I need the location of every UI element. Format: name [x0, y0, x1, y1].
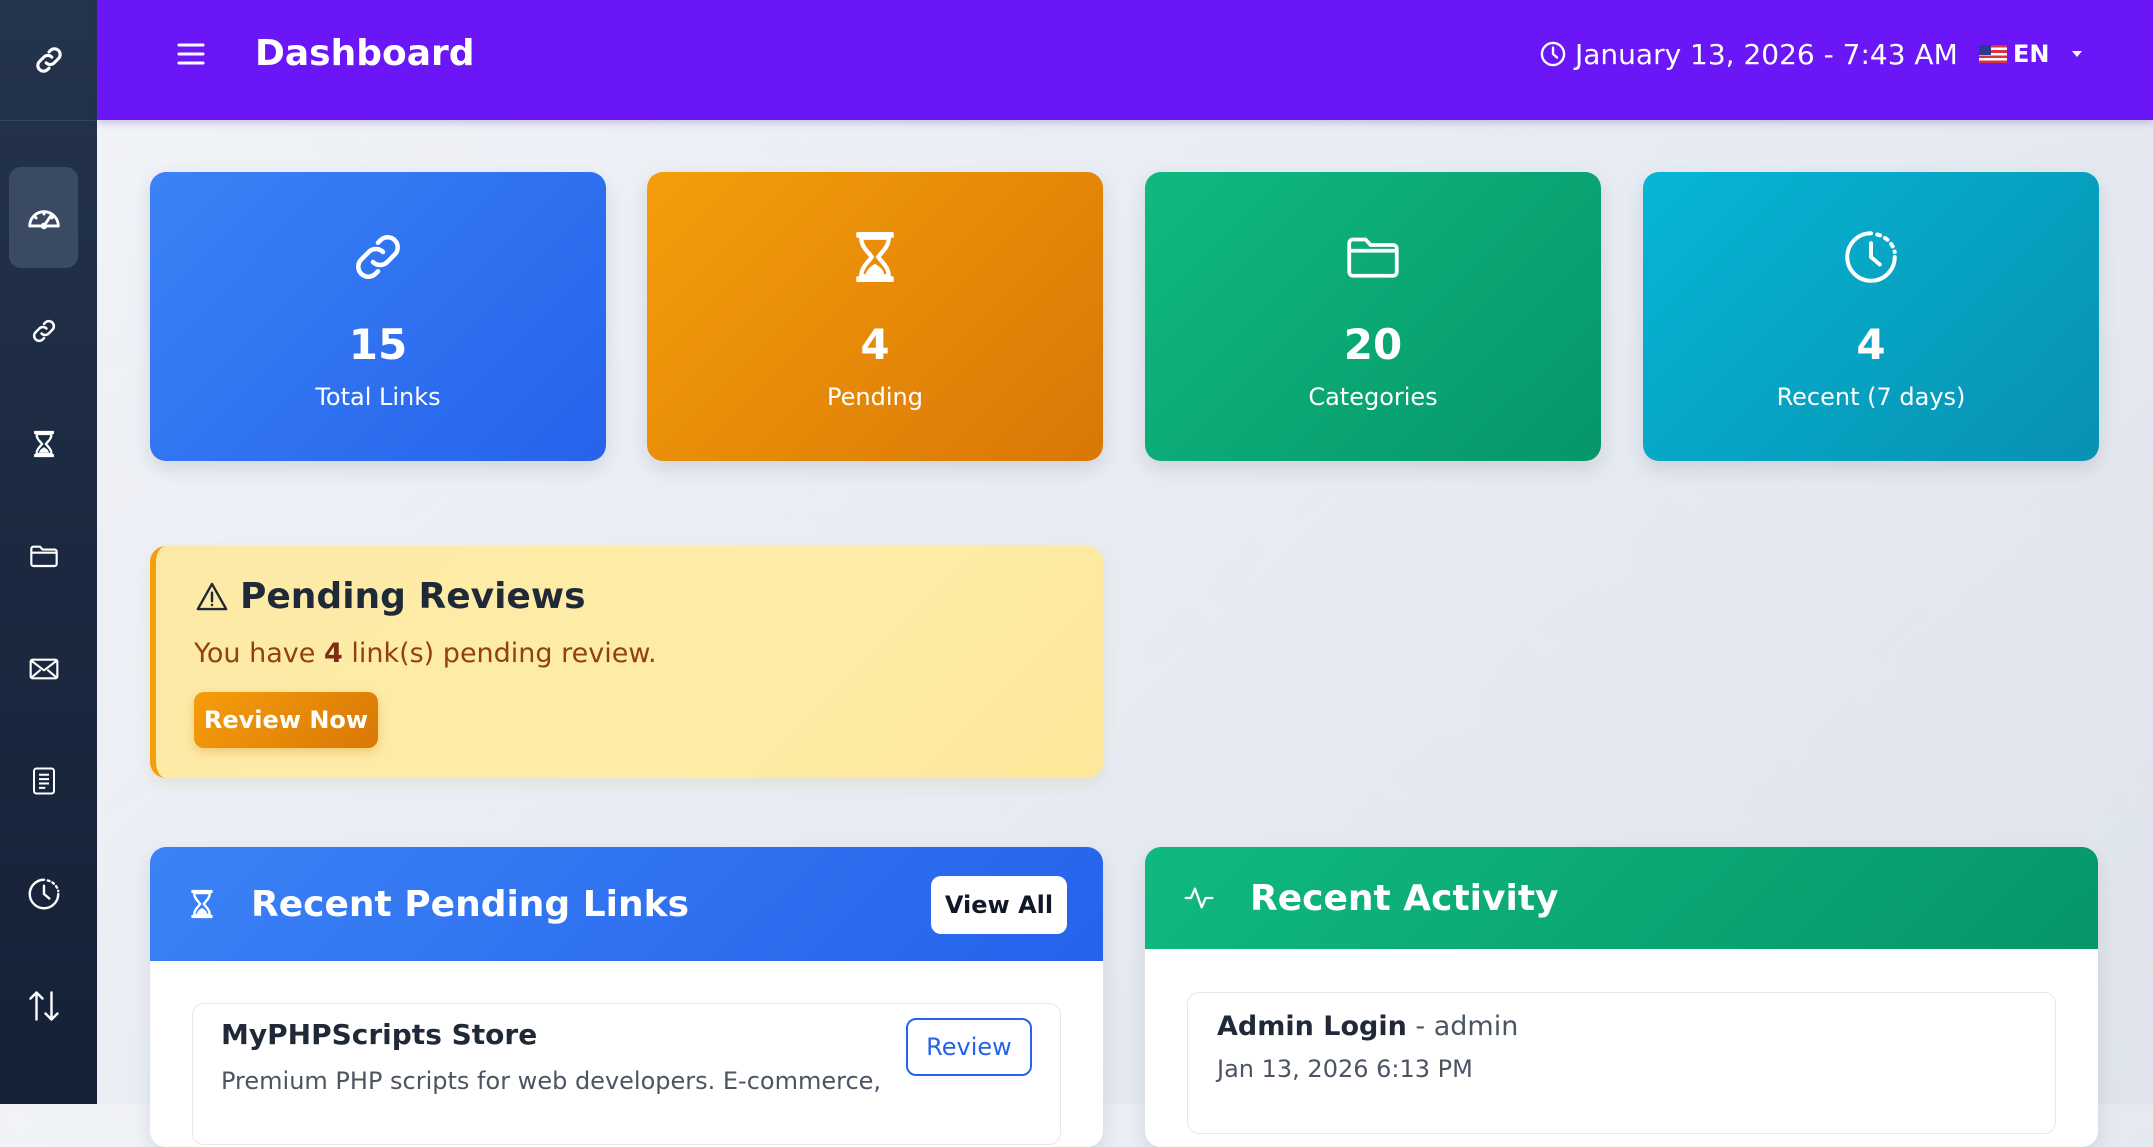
stat-value: 4 — [860, 320, 890, 369]
sidebar-item-categories[interactable] — [9, 505, 78, 606]
activity-user: admin — [1433, 1011, 1519, 1042]
link-description: Premium PHP scripts for web developers. … — [221, 1067, 882, 1095]
current-datetime: January 13, 2026 - 7:43 AM — [1539, 33, 1958, 75]
page-title: Dashboard — [255, 33, 475, 74]
sort-arrows-icon — [28, 990, 59, 1021]
panel-title: Recent Activity — [1250, 877, 1559, 919]
alert-text-before: You have — [194, 638, 324, 669]
stat-card-pending[interactable]: 4 Pending — [647, 172, 1103, 461]
alert-title: Pending Reviews — [194, 576, 586, 617]
activity-icon — [1184, 887, 1214, 909]
stat-card-recent[interactable]: 4 Recent (7 days) — [1643, 172, 2099, 461]
clock-history-icon — [1845, 231, 1897, 283]
link-icon — [35, 47, 62, 73]
stat-value: 15 — [348, 320, 408, 369]
panel-header: Recent Activity — [1145, 847, 2098, 949]
link-icon — [32, 319, 55, 342]
sidebar-item-dashboard[interactable] — [9, 167, 78, 268]
stat-value: 4 — [1856, 320, 1886, 369]
language-code: EN — [2013, 40, 2050, 68]
view-all-button[interactable]: View All — [931, 876, 1067, 934]
warning-icon — [196, 582, 228, 610]
document-icon — [32, 767, 55, 794]
sidebar-item-messages[interactable] — [9, 618, 78, 719]
clock-history-icon — [28, 878, 59, 909]
hourglass-icon — [191, 889, 213, 919]
language-selector[interactable]: EN — [1979, 33, 2089, 75]
alert-message: You have 4 link(s) pending review. — [194, 638, 657, 669]
stat-label: Categories — [1308, 383, 1438, 411]
recent-pending-links-panel: Recent Pending Links View All MyPHPScrip… — [150, 847, 1103, 1147]
activity-time: Jan 13, 2026 6:13 PM — [1217, 1055, 1473, 1083]
sidebar-item-history[interactable] — [9, 843, 78, 944]
hamburger-icon — [177, 43, 205, 65]
folder-icon — [1347, 237, 1399, 278]
link-name: MyPHPScripts Store — [221, 1018, 538, 1051]
clock-icon — [1540, 41, 1566, 67]
list-item[interactable]: MyPHPScripts Store Premium PHP scripts f… — [192, 1003, 1061, 1145]
activity-separator: - — [1406, 1011, 1434, 1042]
stat-label: Recent (7 days) — [1776, 383, 1966, 411]
envelope-icon — [29, 658, 58, 679]
hourglass-icon — [856, 232, 894, 282]
caret-down-icon — [2072, 51, 2083, 57]
pending-count: 4 — [323, 638, 343, 669]
sidebar-item-links[interactable] — [9, 280, 78, 381]
stat-value: 20 — [1343, 320, 1403, 369]
menu-toggle-button[interactable] — [174, 39, 208, 69]
review-now-button[interactable]: Review Now — [194, 692, 378, 748]
alert-text-after: link(s) pending review. — [342, 638, 657, 669]
datetime-text: January 13, 2026 - 7:43 AM — [1575, 37, 1958, 71]
speedometer-icon — [27, 209, 60, 229]
top-bar: Dashboard January 13, 2026 - 7:43 AM EN — [97, 0, 2153, 120]
sidebar-item-pending[interactable] — [9, 393, 78, 494]
review-button[interactable]: Review — [906, 1018, 1032, 1076]
recent-activity-panel: Recent Activity Admin Login - admin Jan … — [1145, 847, 2098, 1147]
hourglass-icon — [33, 430, 54, 457]
us-flag-icon — [1979, 45, 2007, 63]
activity-headline: Admin Login - admin — [1217, 1011, 1518, 1042]
stat-card-categories[interactable]: 20 Categories — [1145, 172, 1601, 461]
stat-label: Pending — [827, 383, 923, 411]
logo[interactable] — [0, 0, 97, 121]
panel-title: Recent Pending Links — [251, 883, 690, 925]
sidebar-item-import-export[interactable] — [9, 955, 78, 1056]
folder-icon — [29, 545, 58, 567]
link-icon — [356, 235, 400, 279]
panel-header: Recent Pending Links View All — [150, 847, 1103, 961]
stat-card-total-links[interactable]: 15 Total Links — [150, 172, 606, 461]
alert-title-text: Pending Reviews — [240, 576, 586, 617]
stat-label: Total Links — [315, 383, 441, 411]
sidebar-item-pages[interactable] — [9, 730, 78, 831]
list-item: Admin Login - admin Jan 13, 2026 6:13 PM — [1187, 992, 2056, 1134]
activity-action: Admin Login — [1217, 1011, 1407, 1042]
pending-reviews-alert: Pending Reviews You have 4 link(s) pendi… — [150, 546, 1103, 778]
sidebar — [0, 0, 97, 1104]
